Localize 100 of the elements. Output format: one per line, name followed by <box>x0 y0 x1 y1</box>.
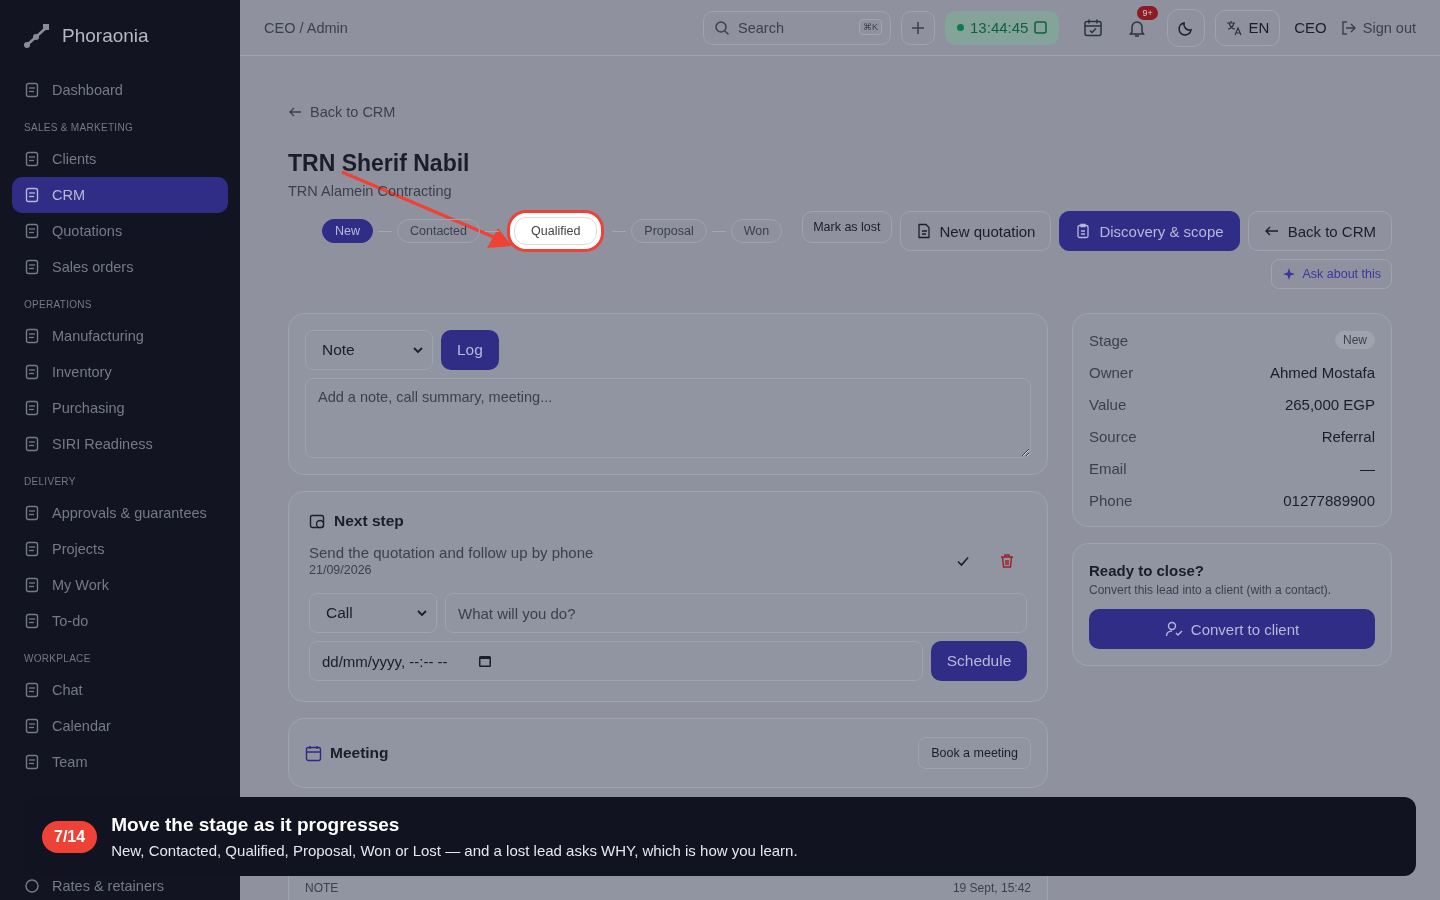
action-button[interactable]: Discovery & scope <box>1059 211 1240 251</box>
datetime-field[interactable]: dd/mm/yyyy, --:-- -- <box>309 641 923 681</box>
detail-value: 01277889900 <box>1283 491 1375 509</box>
page-icon <box>24 259 40 275</box>
page-icon <box>24 682 40 698</box>
arrow-left-icon <box>288 105 302 119</box>
task-date: 21/09/2026 <box>309 563 373 577</box>
nav-item[interactable]: Dashboard <box>12 72 228 108</box>
task-text: Send the quotation and follow up by phone <box>309 544 595 561</box>
card-title: Ready to close? <box>1089 562 1206 579</box>
ask-button[interactable]: Ask about this <box>1271 259 1392 289</box>
nav-item[interactable]: Team <box>12 744 228 780</box>
page-icon <box>24 613 40 629</box>
breadcrumb: CEO / Admin <box>264 19 348 36</box>
note-field[interactable]: Add a note, call summary, meeting... <box>305 378 1031 458</box>
stop-icon <box>1034 21 1048 34</box>
lead-name: TRN Sherif Nabil <box>288 150 471 177</box>
type-select[interactable]: Note <box>305 330 433 370</box>
nav-item[interactable]: Rates & retainers <box>12 872 228 900</box>
translate-icon <box>1226 19 1243 36</box>
sparkle-icon <box>1282 267 1297 281</box>
page-icon <box>24 436 40 452</box>
section-label: WORKPLACE <box>23 652 92 666</box>
status-dot <box>957 24 965 31</box>
nav-item[interactable]: Clients <box>12 141 228 177</box>
nav-item[interactable]: Inventory <box>12 354 228 390</box>
nav-item[interactable]: Calendar <box>12 708 228 744</box>
role-label: CEO <box>1294 19 1327 36</box>
detail-label: Email <box>1089 459 1127 477</box>
stage-badge: New <box>1335 331 1375 349</box>
page-icon <box>24 187 40 203</box>
calendar-icon <box>477 654 492 668</box>
page-icon <box>24 400 40 416</box>
page-icon <box>24 328 40 344</box>
page-icon <box>24 754 40 770</box>
logo-icon <box>24 24 50 48</box>
step-badge: 7/14 <box>42 820 98 853</box>
nav-item[interactable]: Quotations <box>12 213 228 249</box>
theme-toggle[interactable] <box>1167 8 1206 47</box>
page-icon <box>24 82 40 98</box>
schedule-button[interactable]: Schedule <box>931 641 1027 681</box>
page-icon <box>24 577 40 593</box>
brand-name: Phoraonia <box>62 25 149 47</box>
shortcut-hint: ⌘K <box>859 18 883 35</box>
nav-item[interactable]: Manufacturing <box>12 318 228 354</box>
type-select[interactable]: Call <box>309 593 437 633</box>
section-label: SALES & MARKETING <box>23 121 135 135</box>
page-icon <box>24 718 40 734</box>
action-field[interactable]: What will you do? <box>445 593 1027 633</box>
nav-item[interactable]: SIRI Readiness <box>12 426 228 462</box>
nav-item[interactable]: Projects <box>12 531 228 567</box>
activity-time: 19 Sept, 15:42 <box>952 881 1031 895</box>
action-button[interactable]: Back to CRM <box>1247 211 1392 251</box>
nav-item[interactable]: To-do <box>12 603 228 639</box>
convert-button[interactable]: Convert to client <box>1089 609 1375 649</box>
page-icon <box>24 223 40 239</box>
detail-value: Referral <box>1321 427 1375 445</box>
book-meeting-button[interactable]: Book a meeting <box>918 737 1031 769</box>
calendar-plus-icon <box>305 744 322 762</box>
detail-value: 265,000 EGP <box>1284 395 1375 413</box>
log-button[interactable]: Log <box>441 330 499 370</box>
document-icon <box>915 223 932 239</box>
section-label: OPERATIONS <box>23 298 93 312</box>
action-button[interactable]: Mark as lost <box>802 211 892 243</box>
language-button[interactable]: EN <box>1215 9 1281 46</box>
detail-label: Owner <box>1089 363 1134 381</box>
stage-pill[interactable]: New <box>322 219 373 243</box>
nav-item[interactable]: My Work <box>12 567 228 603</box>
clipboard-icon <box>1075 223 1092 239</box>
chevron-down-icon <box>412 344 424 356</box>
back-link[interactable]: Back to CRM <box>288 104 1392 120</box>
calendar-clock-icon <box>309 512 326 530</box>
nav-item[interactable]: Chat <box>12 672 228 708</box>
plus-icon <box>911 20 926 35</box>
detail-label: Source <box>1089 427 1137 445</box>
card-title: Next step <box>334 512 404 530</box>
page-icon <box>24 364 40 380</box>
nav-item[interactable]: Approvals & guarantees <box>12 495 228 531</box>
nav-item[interactable]: Sales orders <box>12 249 228 285</box>
add-button[interactable] <box>901 10 936 45</box>
activity-type: NOTE <box>305 881 339 895</box>
search-icon <box>714 19 731 36</box>
tour-text: New, Contacted, Qualified, Proposal, Won or Lost — and a lost lead asks WHY, which is how you learn. <box>111 842 798 859</box>
nav-item[interactable]: CRM <box>12 177 228 213</box>
nav-item[interactable]: Purchasing <box>12 390 228 426</box>
timer-pill[interactable]: 13:44:45 <box>945 10 1060 45</box>
action-button[interactable]: New quotation <box>899 211 1052 251</box>
detail-value: Ahmed Mostafa <box>1269 363 1375 381</box>
trash-icon[interactable] <box>999 552 1015 569</box>
moon-icon <box>1178 19 1195 36</box>
detail-label: Phone <box>1089 491 1133 509</box>
card-text: Convert this lead into a client (with a contact). <box>1089 583 1333 597</box>
section-label: DELIVERY <box>23 475 77 489</box>
chevron-down-icon <box>416 607 428 619</box>
calendar-check-icon[interactable] <box>1083 17 1104 38</box>
circle-icon <box>24 878 40 894</box>
detail-value: — <box>1360 459 1375 477</box>
detail-label: Value <box>1089 395 1127 413</box>
page-icon <box>24 505 40 521</box>
sign-out-link[interactable]: Sign out <box>1340 19 1416 36</box>
